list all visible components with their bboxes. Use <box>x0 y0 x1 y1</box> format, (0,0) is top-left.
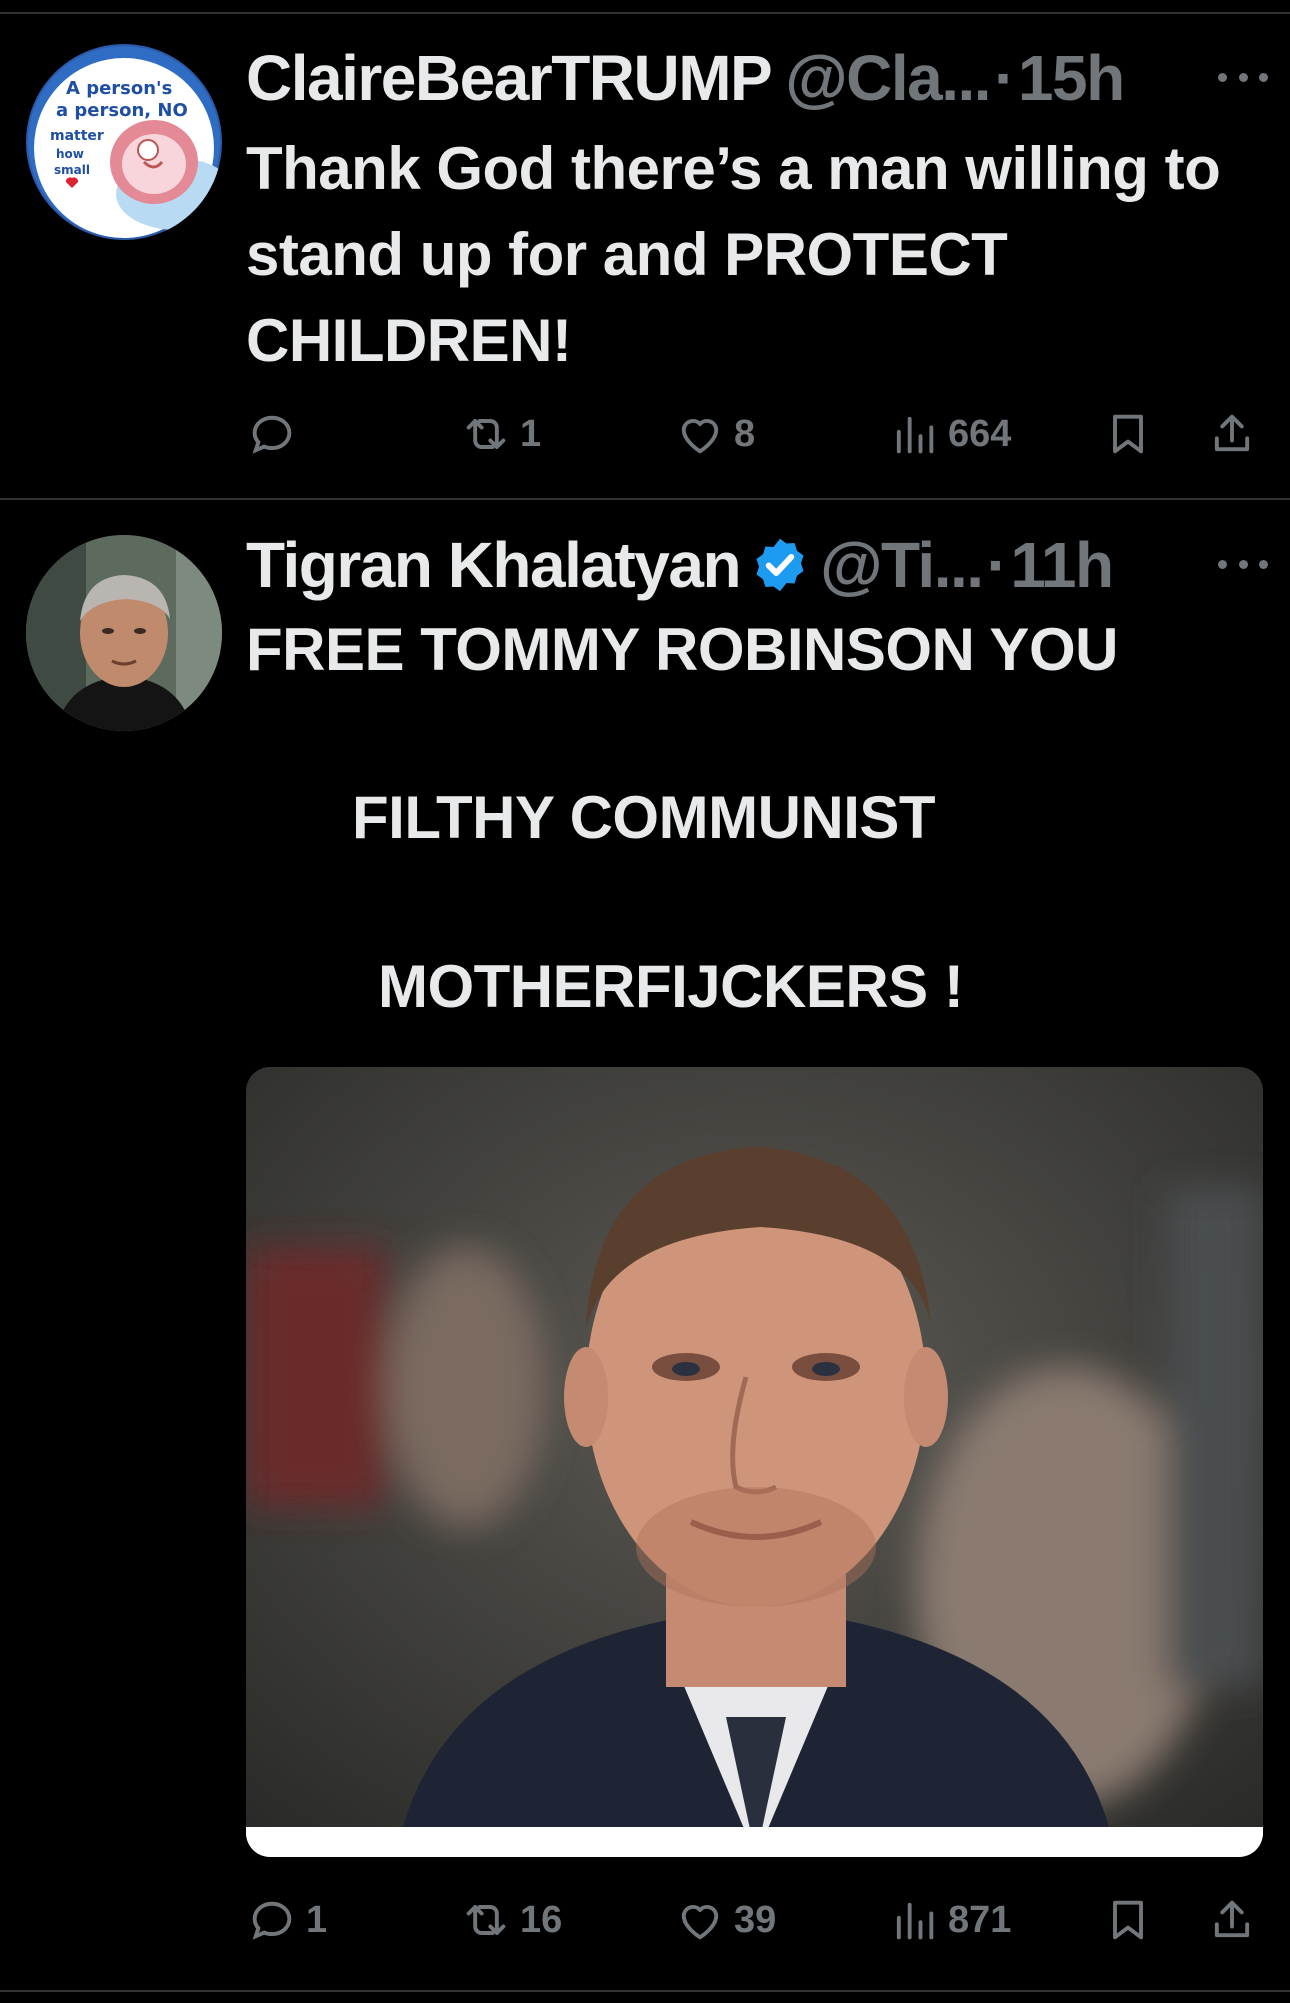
display-name[interactable]: Tigran Khalatyan <box>246 528 742 602</box>
like-button[interactable]: 8 <box>674 404 755 464</box>
reply-button[interactable]: 1 <box>246 1890 327 1950</box>
share-button[interactable] <box>1206 1890 1258 1950</box>
reply-count: 1 <box>306 1898 328 1941</box>
user-handle[interactable]: @Cla... <box>785 41 991 115</box>
avatar[interactable]: A person's a person, NO matter how small <box>26 44 222 240</box>
heart-icon <box>681 418 719 454</box>
avatar-image: A person's a person, NO matter how small <box>28 46 222 238</box>
timestamp[interactable]: 15h <box>1018 41 1125 115</box>
more-options-icon[interactable] <box>1218 549 1268 579</box>
tweet-header: ClaireBearTRUMP @Cla... · 15h <box>246 38 1250 118</box>
avatar-image <box>26 535 222 731</box>
tweet-text-line-3: MOTHERFIJCKERS ! <box>378 953 964 1020</box>
svg-text:a person, NO: a person, NO <box>56 100 188 121</box>
separator-dot: · <box>994 42 1015 114</box>
svg-text:how: how <box>56 147 84 161</box>
view-count: 871 <box>948 1898 1012 1941</box>
reply-button[interactable] <box>246 404 306 464</box>
heart-icon <box>681 1904 719 1940</box>
tweet-text: Thank God there’s a man willing to stand… <box>246 135 1221 374</box>
tweet-text-line-2: FILTHY COMMUNIST <box>352 784 936 851</box>
tweet-media-image[interactable] <box>246 1067 1263 1857</box>
tweet-text-line-1: FREE TOMMY ROBINSON YOU <box>246 616 1118 683</box>
like-count: 8 <box>734 412 756 455</box>
tweet-2[interactable]: Tigran Khalatyan @Ti... · 11h FREE TOMMY… <box>0 500 1290 1990</box>
share-icon <box>1214 1900 1250 1938</box>
retweet-count: 16 <box>520 1898 563 1941</box>
avatar[interactable] <box>26 535 222 731</box>
views-button[interactable]: 871 <box>888 1890 1011 1950</box>
retweet-button[interactable]: 1 <box>460 404 541 464</box>
view-count: 664 <box>948 412 1012 455</box>
bookmark-button[interactable] <box>1102 404 1154 464</box>
share-button[interactable] <box>1206 404 1258 464</box>
timestamp[interactable]: 11h <box>1010 528 1114 602</box>
views-icon <box>896 416 934 454</box>
bookmark-button[interactable] <box>1102 1890 1154 1950</box>
action-bar: 1 8 664 <box>246 404 1266 464</box>
svg-text:matter: matter <box>50 128 104 144</box>
separator-dot: · <box>986 529 1008 601</box>
views-icon <box>896 1902 934 1940</box>
tweet-divider <box>0 1990 1290 1992</box>
reply-icon <box>252 415 292 454</box>
views-button[interactable]: 664 <box>888 404 1011 464</box>
svg-text:A person's: A person's <box>66 78 172 99</box>
bookmark-icon <box>1113 1900 1143 1940</box>
user-handle[interactable]: @Ti... <box>820 528 984 602</box>
bookmark-icon <box>1113 414 1143 454</box>
display-name[interactable]: ClaireBearTRUMP <box>246 41 773 115</box>
svg-text:small: small <box>54 163 90 177</box>
tweet-1[interactable]: A person's a person, NO matter how small… <box>0 0 1290 498</box>
action-bar: 1 16 39 871 <box>246 1890 1266 1950</box>
retweet-button[interactable]: 16 <box>460 1890 562 1950</box>
verified-badge-icon <box>756 538 804 592</box>
tweet-header: Tigran Khalatyan @Ti... · 11h <box>246 525 1250 605</box>
retweet-icon <box>466 419 506 449</box>
portrait-photo <box>246 1067 1263 1857</box>
share-icon <box>1214 414 1250 452</box>
retweet-count: 1 <box>520 412 542 455</box>
retweet-icon <box>466 1905 506 1935</box>
more-options-icon[interactable] <box>1218 62 1268 92</box>
like-count: 39 <box>734 1898 777 1941</box>
media-bottom-bar <box>246 1827 1263 1857</box>
like-button[interactable]: 39 <box>674 1890 776 1950</box>
reply-icon <box>252 1901 292 1940</box>
